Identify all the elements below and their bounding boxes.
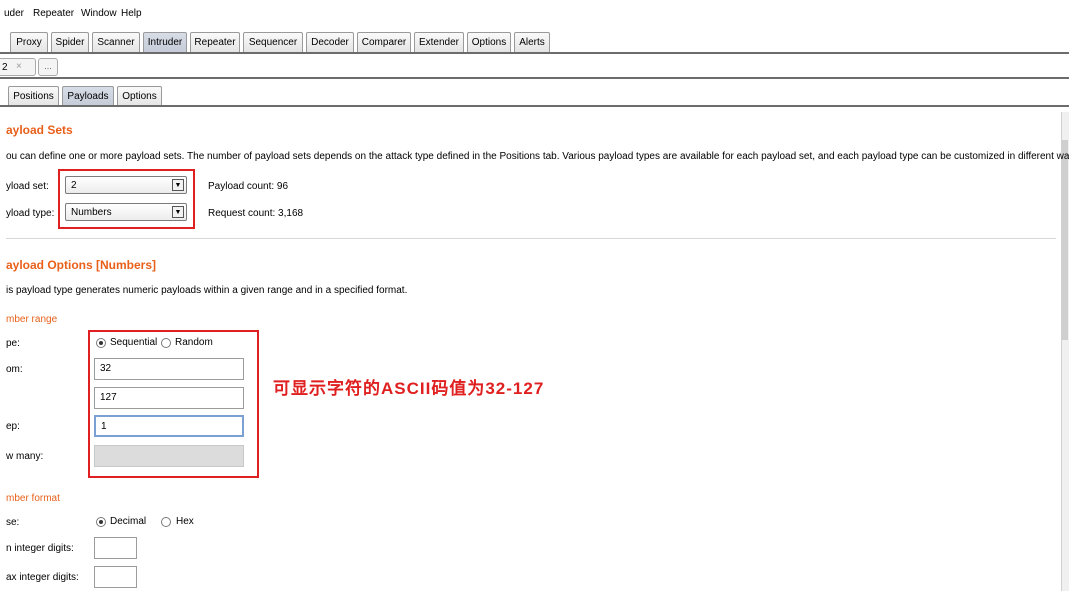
number-range-section: mber range <box>6 314 58 325</box>
min-integer-digits-input[interactable] <box>94 537 137 559</box>
annotation-text: 可显示字符的ASCII码值为32-127 <box>273 379 545 398</box>
max-integer-digits-label: ax integer digits: <box>6 572 79 583</box>
menu-bar: uder Repeater Window Help <box>0 0 1069 28</box>
hex-label: Hex <box>176 516 194 527</box>
step-label: ep: <box>6 421 20 432</box>
tab-divider <box>0 52 1069 54</box>
min-integer-digits-label: n integer digits: <box>6 543 74 554</box>
more-tabs-button[interactable]: ... <box>38 58 58 76</box>
tab-repeater[interactable]: Repeater <box>190 32 240 52</box>
hex-radio[interactable] <box>161 517 171 527</box>
main-tab-bar: Proxy Spider Scanner Intruder Repeater S… <box>0 30 1069 54</box>
tab-proxy[interactable]: Proxy <box>10 32 48 52</box>
scrollbar-thumb[interactable] <box>1062 140 1068 340</box>
menu-help[interactable]: Help <box>121 8 142 19</box>
section-divider <box>6 238 1056 239</box>
payload-options-description: is payload type generates numeric payloa… <box>6 285 408 296</box>
tab-payloads[interactable]: Payloads <box>62 86 114 106</box>
tab-options[interactable]: Options <box>467 32 511 52</box>
from-label: om: <box>6 364 23 375</box>
tab-scanner[interactable]: Scanner <box>92 32 140 52</box>
request-count: Request count: 3,168 <box>208 208 304 219</box>
base-label: se: <box>6 517 20 528</box>
payload-count: Payload count: 96 <box>208 181 289 192</box>
tab-extender[interactable]: Extender <box>414 32 464 52</box>
attack-tab-divider <box>0 77 1069 79</box>
close-icon[interactable]: × <box>16 61 22 72</box>
payload-set-label: yload set: <box>6 181 49 192</box>
max-integer-digits-input[interactable] <box>94 566 137 588</box>
decimal-radio[interactable] <box>96 517 106 527</box>
tab-positions[interactable]: Positions <box>8 86 59 106</box>
menu-repeater[interactable]: Repeater <box>33 8 74 19</box>
how-many-label: w many: <box>6 451 44 462</box>
tab-payload-options[interactable]: Options <box>117 86 162 106</box>
menu-window[interactable]: Window <box>81 8 117 19</box>
tab-alerts[interactable]: Alerts <box>514 32 550 52</box>
number-format-section: mber format <box>6 493 60 504</box>
tab-comparer[interactable]: Comparer <box>357 32 411 52</box>
payload-sets-heading: ayload Sets <box>6 123 73 137</box>
tab-intruder[interactable]: Intruder <box>143 32 187 52</box>
tab-sequencer[interactable]: Sequencer <box>243 32 303 52</box>
payload-options-heading: ayload Options [Numbers] <box>6 258 157 272</box>
tab-spider[interactable]: Spider <box>51 32 89 52</box>
payload-type-label: yload type: <box>6 208 55 219</box>
attack-tab-2[interactable]: 2 × <box>0 58 36 76</box>
menu-intruder[interactable]: uder <box>4 8 24 19</box>
highlight-box-payload-set <box>58 169 195 229</box>
subtab-divider <box>0 105 1069 107</box>
payload-sets-description: ou can define one or more payload sets. … <box>6 151 1069 162</box>
range-type-label: pe: <box>6 338 20 349</box>
decimal-label: Decimal <box>110 516 147 527</box>
tab-decoder[interactable]: Decoder <box>306 32 354 52</box>
highlight-box-range <box>88 330 259 478</box>
